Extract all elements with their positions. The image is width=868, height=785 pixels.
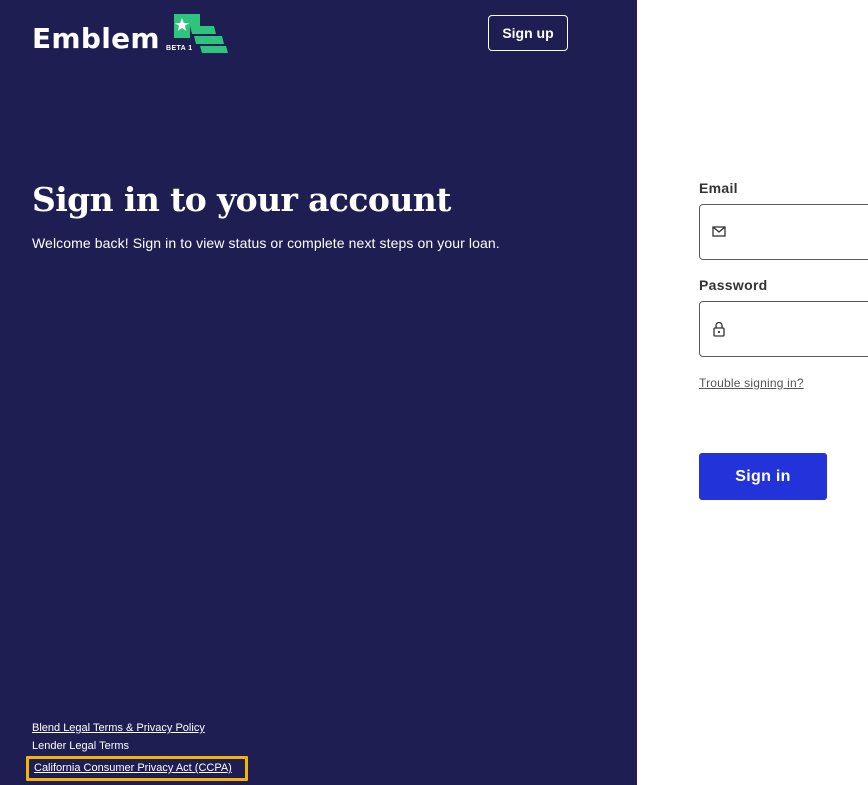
- sign-in-button[interactable]: Sign in: [699, 453, 827, 500]
- lock-icon: [713, 321, 725, 337]
- sign-up-button[interactable]: Sign up: [488, 15, 568, 51]
- page-title: Sign in to your account: [32, 180, 451, 219]
- password-field[interactable]: [699, 301, 868, 358]
- ccpa-highlight: California Consumer Privacy Act (CCPA): [26, 756, 248, 781]
- brand-panel: Emblem BETA 1 Sign up Sign in to your ac…: [0, 0, 637, 785]
- email-field[interactable]: [699, 204, 868, 261]
- lender-legal-terms-link[interactable]: Lender Legal Terms: [32, 737, 248, 755]
- page-subtitle: Welcome back! Sign in to view status or …: [32, 235, 500, 251]
- email-input[interactable]: [736, 205, 868, 261]
- footer-links: Blend Legal Terms & Privacy Policy Lende…: [26, 719, 248, 781]
- password-input[interactable]: [736, 302, 868, 358]
- flag-star-icon: [174, 14, 228, 53]
- signin-form-panel: Email Password Trouble signing in? Sign …: [637, 0, 868, 785]
- ccpa-link[interactable]: California Consumer Privacy Act (CCPA): [34, 761, 232, 775]
- password-label: Password: [699, 277, 768, 293]
- logo-wordmark: Emblem: [32, 22, 160, 55]
- email-label: Email: [699, 180, 738, 196]
- blend-legal-terms-link[interactable]: Blend Legal Terms & Privacy Policy: [32, 719, 248, 737]
- emblem-logo: Emblem BETA 1: [32, 14, 232, 56]
- trouble-signing-in-link[interactable]: Trouble signing in?: [699, 376, 804, 390]
- envelope-icon: [712, 226, 726, 237]
